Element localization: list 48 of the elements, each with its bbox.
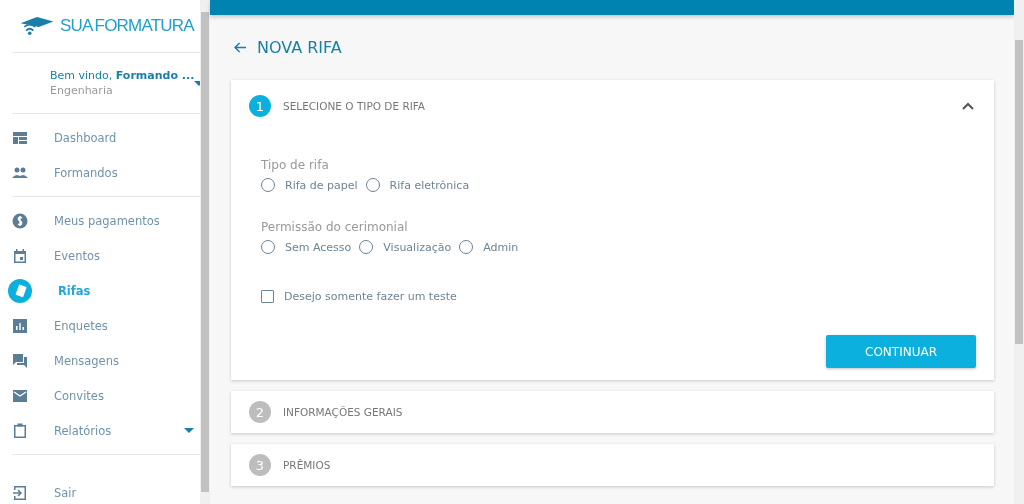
dollar-icon (12, 212, 28, 229)
scrollbar[interactable] (1014, 0, 1024, 504)
logout-icon (12, 484, 28, 501)
step-header[interactable]: 1 SELECIONE O TIPO DE RIFA (231, 80, 994, 132)
page-title: NOVA RIFA (257, 37, 342, 57)
step-title: SELECIONE O TIPO DE RIFA (283, 100, 427, 112)
radio-label: Admin (483, 240, 519, 254)
radio-label: Visualização (383, 240, 452, 254)
menu-item[interactable]: Rifas (0, 273, 200, 308)
step-number: 3 (249, 454, 271, 476)
menu-item[interactable]: Convites (0, 378, 200, 413)
radio-label: Rifa eletrônica (389, 178, 470, 192)
step-number: 2 (249, 401, 271, 423)
menu-item[interactable]: Dashboard (0, 120, 200, 155)
menu-item[interactable]: Enquetes (0, 308, 200, 343)
caret-icon (184, 428, 194, 433)
logout-item[interactable]: Sair (0, 475, 200, 504)
continue-button[interactable]: CONTINUAR (826, 335, 976, 368)
chat-icon (12, 352, 28, 369)
chart-icon (12, 317, 28, 334)
collapse-icon[interactable] (962, 102, 974, 110)
menu-item[interactable]: Formandos (0, 155, 200, 190)
step-header[interactable]: 3 PRÊMIOS (231, 444, 994, 486)
welcome-text: Bem vindo, Formando ... (50, 69, 195, 82)
step-title: INFORMAÇÕES GERAIS (283, 406, 404, 418)
back-arrow-icon[interactable] (234, 41, 247, 53)
checkbox[interactable] (261, 290, 274, 303)
menu-item[interactable]: Mensagens (0, 343, 200, 378)
scrollbar[interactable] (200, 0, 210, 504)
field-label: Tipo de rifa (261, 158, 330, 172)
calendar-icon (12, 247, 28, 264)
logo-text: SUA (60, 16, 93, 36)
course-name: Engenharia (50, 84, 114, 97)
radio-label: Sem Acesso (285, 240, 352, 254)
step-header[interactable]: 2 INFORMAÇÕES GERAIS (231, 391, 994, 433)
menu-item[interactable]: Meus pagamentos (0, 203, 200, 238)
dashboard-icon (12, 129, 28, 146)
checkbox-label: Desejo somente fazer um teste (284, 290, 457, 303)
logo-text: FORMATURA (94, 16, 194, 36)
menu-item[interactable]: Relatórios (0, 413, 200, 448)
radio-label: Rifa de papel (285, 178, 358, 192)
menu-item[interactable]: Eventos (0, 238, 200, 273)
step-number: 1 (249, 95, 271, 117)
mail-icon (12, 387, 28, 404)
ticket-icon (8, 278, 32, 303)
field-label: Permissão do cerimonial (261, 220, 409, 234)
clipboard-icon (12, 422, 28, 439)
step-title: PRÊMIOS (283, 459, 332, 471)
